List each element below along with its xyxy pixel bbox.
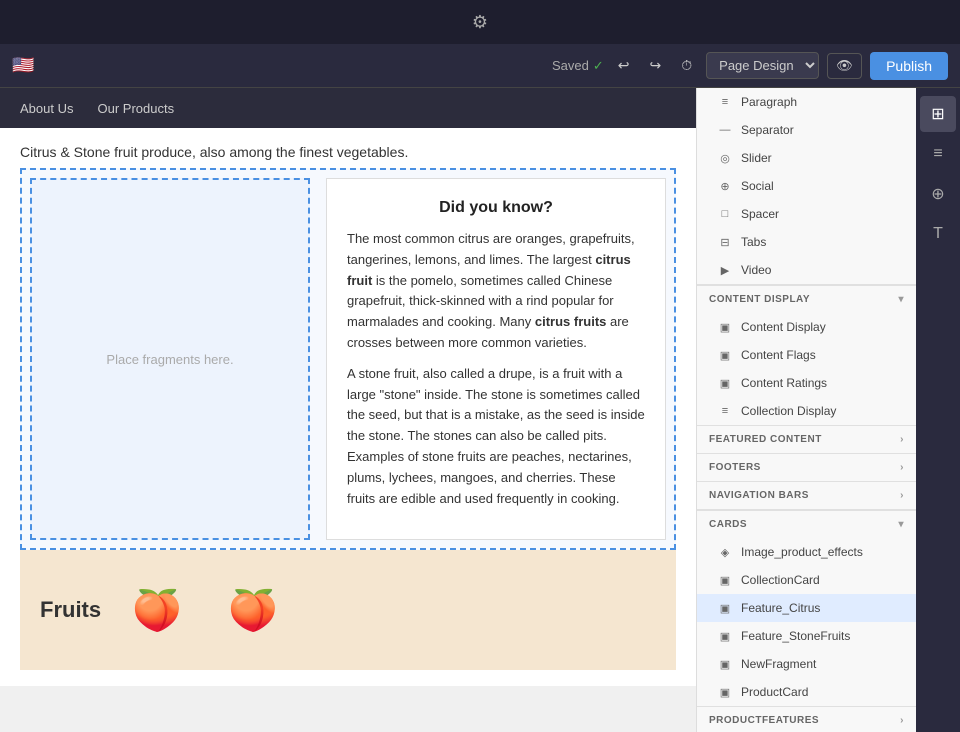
panel-item-new-fragment[interactable]: ▣ NewFragment	[697, 650, 916, 678]
preview-button[interactable]: 👁	[827, 53, 862, 79]
collection-card-icon: ▣	[717, 572, 733, 588]
content-ratings-icon: ▣	[717, 375, 733, 391]
did-you-know-para-1: The most common citrus are oranges, grap…	[347, 229, 645, 354]
nav-item-about[interactable]: About Us	[20, 101, 73, 116]
panel-item-content-flags[interactable]: ▣ Content Flags	[697, 341, 916, 369]
productfeatures-header[interactable]: ProductFeatures ›	[697, 706, 916, 732]
check-icon: ✓	[593, 58, 604, 74]
did-you-know-box: Did you know? The most common citrus are…	[326, 178, 666, 540]
feature-stonefruits-icon: ▣	[717, 628, 733, 644]
fruits-section: Fruits 🍑 🍑	[20, 550, 676, 670]
panel-item-collection-display[interactable]: ≡ Collection Display	[697, 397, 916, 425]
fragment-placeholder[interactable]: Place fragments here.	[30, 178, 310, 540]
navigation-bars-header[interactable]: Navigation Bars ›	[697, 481, 916, 509]
panel-item-spacer[interactable]: □ Spacer	[697, 200, 916, 228]
page-content: Citrus & Stone fruit produce, also among…	[0, 128, 696, 686]
flag-icon: 🇺🇸	[12, 55, 34, 76]
add-icon-btn[interactable]: ⊕	[920, 176, 956, 212]
navigation-bars-chevron: ›	[900, 490, 904, 501]
featured-content-header[interactable]: Featured Content ›	[697, 425, 916, 453]
content-display-section: Content Display ▾ ▣ Content Display ▣ Co…	[697, 284, 916, 425]
cards-chevron: ▾	[898, 519, 904, 530]
did-you-know-title: Did you know?	[347, 199, 645, 217]
collection-display-icon: ≡	[717, 403, 733, 419]
undo-button[interactable]: ↩	[612, 53, 636, 78]
list-icon-btn[interactable]: ≡	[920, 136, 956, 172]
gear-icon[interactable]: ⚙	[472, 12, 488, 33]
fruit-image-2: 🍑	[213, 570, 293, 650]
did-you-know-para-2: A stone fruit, also called a drupe, is a…	[347, 364, 645, 510]
page-design-select[interactable]: Page Design	[706, 52, 819, 79]
panel-item-collection-card[interactable]: ▣ CollectionCard	[697, 566, 916, 594]
paragraph-icon: ≡	[717, 94, 733, 110]
canvas: About Us Our Products Citrus & Stone fru…	[0, 88, 696, 732]
grid-icon-btn[interactable]: ⊞	[920, 96, 956, 132]
image-product-icon: ◈	[717, 544, 733, 560]
panel-item-slider[interactable]: ◎ Slider	[697, 144, 916, 172]
top-bar: ⚙	[0, 0, 960, 44]
panel-item-separator[interactable]: — Separator	[697, 116, 916, 144]
panel-item-feature-stonefruits[interactable]: ▣ Feature_StoneFruits	[697, 622, 916, 650]
social-icon: ⊕	[717, 178, 733, 194]
saved-status: Saved ✓	[552, 58, 604, 74]
selection-area[interactable]: Place fragments here. Did you know? The …	[20, 168, 676, 550]
content-display-header[interactable]: Content Display ▾	[697, 285, 916, 313]
new-fragment-icon: ▣	[717, 656, 733, 672]
content-display-chevron: ▾	[898, 294, 904, 305]
product-card-icon: ▣	[717, 684, 733, 700]
content-display-icon: ▣	[717, 319, 733, 335]
spacer-icon: □	[717, 206, 733, 222]
productfeatures-chevron: ›	[900, 715, 904, 726]
cards-section: Cards ▾ ◈ Image_product_effects ▣ Collec…	[697, 509, 916, 706]
cards-header[interactable]: Cards ▾	[697, 510, 916, 538]
featured-content-chevron: ›	[900, 434, 904, 445]
nav-item-products[interactable]: Our Products	[97, 101, 174, 116]
tagline: Citrus & Stone fruit produce, also among…	[20, 144, 676, 160]
fruit-image-1: 🍑	[117, 570, 197, 650]
footers-chevron: ›	[900, 462, 904, 473]
panel-item-tabs[interactable]: ⊟ Tabs	[697, 228, 916, 256]
video-icon: ▶	[717, 262, 733, 278]
text-icon-btn[interactable]: T	[920, 216, 956, 252]
main-layout: About Us Our Products Citrus & Stone fru…	[0, 88, 960, 732]
cards-items: ◈ Image_product_effects ▣ CollectionCard…	[697, 538, 916, 706]
panel-item-content-ratings[interactable]: ▣ Content Ratings	[697, 369, 916, 397]
publish-button[interactable]: Publish	[870, 52, 948, 80]
panel-item-product-card[interactable]: ▣ ProductCard	[697, 678, 916, 706]
page-nav: About Us Our Products	[0, 88, 696, 128]
fruits-title: Fruits	[40, 597, 101, 623]
slider-icon: ◎	[717, 150, 733, 166]
panel-items-list: ≡ Paragraph — Separator ◎ Slider ⊕ Socia…	[697, 88, 916, 284]
redo-button[interactable]: ↪	[644, 53, 668, 78]
tabs-icon: ⊟	[717, 234, 733, 250]
toolbar: 🇺🇸 Saved ✓ ↩ ↪ ⏱ Page Design 👁 Publish	[0, 44, 960, 88]
panel-item-image-product-effects[interactable]: ◈ Image_product_effects	[697, 538, 916, 566]
feature-citrus-icon: ▣	[717, 600, 733, 616]
content-display-items: ▣ Content Display ▣ Content Flags ▣ Cont…	[697, 313, 916, 425]
history-button[interactable]: ⏱	[675, 53, 698, 78]
panel-item-content-display[interactable]: ▣ Content Display	[697, 313, 916, 341]
panel: ≡ Paragraph — Separator ◎ Slider ⊕ Socia…	[696, 88, 916, 732]
separator-icon: —	[717, 122, 733, 138]
right-sidebar: ≡ Paragraph — Separator ◎ Slider ⊕ Socia…	[696, 88, 960, 732]
footers-header[interactable]: Footers ›	[697, 453, 916, 481]
icons-strip: ⊞ ≡ ⊕ T	[916, 88, 960, 732]
panel-item-video[interactable]: ▶ Video	[697, 256, 916, 284]
content-flags-icon: ▣	[717, 347, 733, 363]
panel-item-feature-citrus[interactable]: ▣ Feature_Citrus	[697, 594, 916, 622]
panel-item-social[interactable]: ⊕ Social	[697, 172, 916, 200]
panel-item-paragraph[interactable]: ≡ Paragraph	[697, 88, 916, 116]
